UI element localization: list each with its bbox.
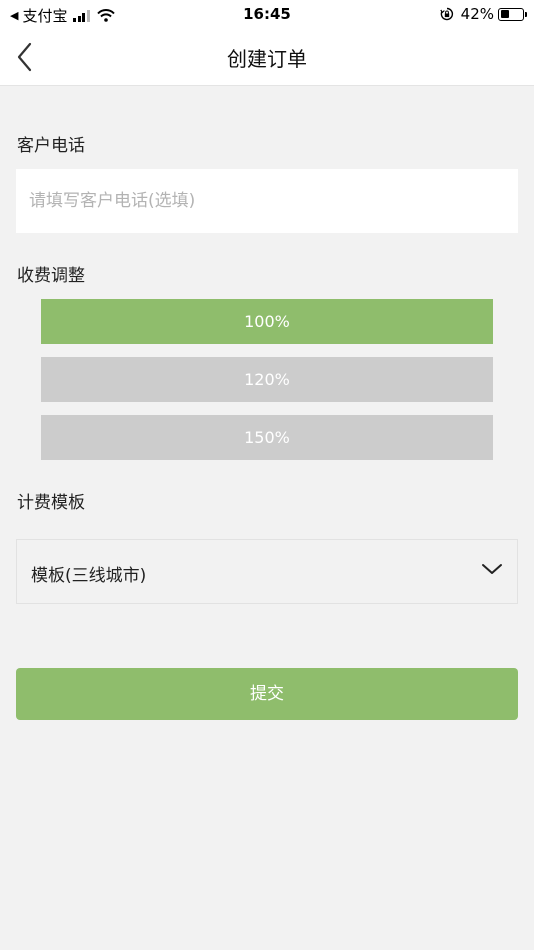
template-label: 计费模板 [17,493,85,513]
phone-label: 客户电话 [17,136,85,156]
fee-label: 收费调整 [17,266,85,286]
chevron-down-icon [482,564,502,574]
template-select-value: 模板(三线城市) [31,566,147,586]
status-bar-right: 42% [439,5,527,23]
battery-icon [498,7,527,21]
phone-input[interactable] [16,169,518,233]
page-title: 创建订单 [227,47,307,71]
phone-field-container [16,169,518,233]
battery-percent: 42% [460,5,494,23]
nav-bar: 创建订单 [0,28,534,86]
submit-button[interactable]: 提交 [16,668,518,720]
status-bar: ◀ 支付宝 16:45 42% [0,0,534,28]
orientation-lock-icon [439,7,453,21]
fee-option-120[interactable]: 120% [41,357,493,402]
template-select[interactable]: 模板(三线城市) [16,539,518,604]
fee-option-150[interactable]: 150% [41,415,493,460]
fee-option-100[interactable]: 100% [41,299,493,344]
